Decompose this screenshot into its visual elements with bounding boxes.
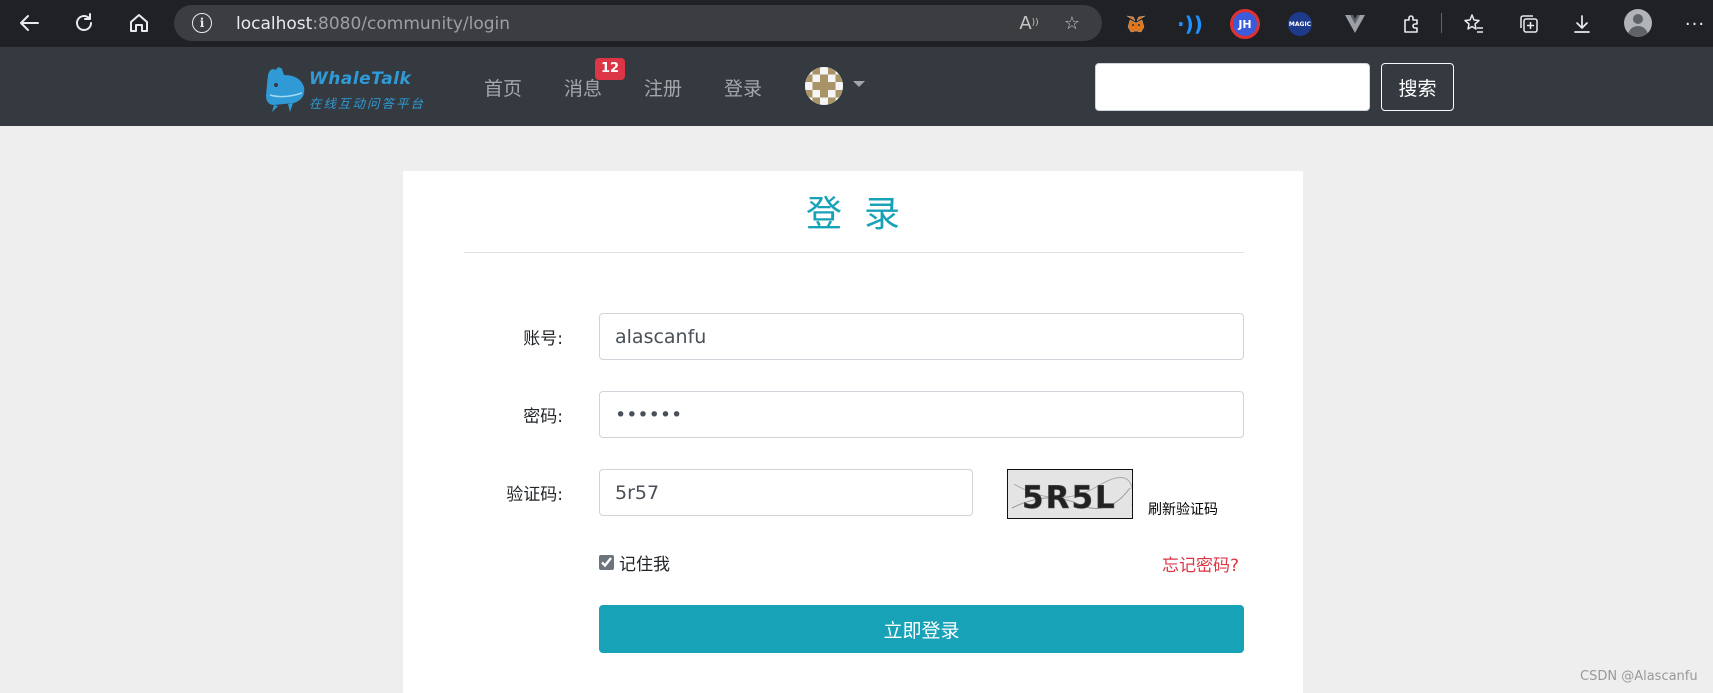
- user-menu-caret-icon[interactable]: [853, 81, 865, 87]
- download-icon[interactable]: [1567, 9, 1597, 39]
- watermark: CSDN @Alascanfu: [1580, 669, 1698, 684]
- search-input[interactable]: [1095, 63, 1370, 111]
- password-input[interactable]: [599, 391, 1244, 438]
- metamask-extension-icon[interactable]: [1121, 9, 1151, 39]
- nav-login[interactable]: 登录: [724, 74, 762, 101]
- search-button[interactable]: 搜索: [1381, 63, 1454, 111]
- captcha-text: 5R5L: [1022, 480, 1117, 516]
- profile-avatar-icon[interactable]: [1624, 9, 1652, 37]
- logo-name: WhaleTalk: [309, 69, 412, 89]
- password-label: 密码:: [523, 407, 563, 427]
- refresh-captcha-link[interactable]: 刷新验证码: [1148, 499, 1218, 519]
- remember-me-label: 记住我: [619, 555, 670, 575]
- title-divider: [464, 252, 1244, 253]
- read-aloud-icon[interactable]: A)): [1016, 11, 1042, 35]
- jh-extension-icon[interactable]: JH: [1230, 9, 1260, 39]
- vue-devtools-icon[interactable]: [1340, 9, 1370, 39]
- collections-icon[interactable]: [1514, 9, 1544, 39]
- username-input[interactable]: [599, 313, 1244, 360]
- favorite-add-icon[interactable]: ☆: [1059, 11, 1085, 35]
- wave-extension-icon[interactable]: ·)): [1175, 9, 1205, 39]
- nav-register[interactable]: 注册: [644, 74, 682, 101]
- username-label: 账号:: [523, 329, 563, 349]
- address-url[interactable]: localhost:8080/community/login: [236, 14, 510, 34]
- address-bar[interactable]: i localhost:8080/community/login A)) ☆: [174, 5, 1102, 41]
- remember-me-checkbox[interactable]: [599, 555, 614, 570]
- more-menu-icon[interactable]: ···: [1680, 9, 1710, 39]
- whale-logo-icon: [266, 67, 305, 112]
- login-card: 登录 账号: 密码: 验证码: 5R5L 刷新验证码 记住我 忘记密码? 立即登…: [403, 171, 1303, 693]
- site-navbar: WhaleTalk 在线互动问答平台 首页 消息 12 注册 登录 搜索: [0, 47, 1713, 126]
- login-title: 登录: [805, 194, 922, 235]
- toolbar-divider: [1441, 13, 1442, 33]
- home-icon[interactable]: [124, 8, 154, 38]
- site-info-icon[interactable]: i: [192, 13, 212, 33]
- login-submit-button[interactable]: 立即登录: [599, 605, 1244, 653]
- favorites-icon[interactable]: [1459, 9, 1489, 39]
- captcha-input[interactable]: [599, 469, 973, 516]
- remember-me[interactable]: 记住我: [599, 550, 670, 575]
- logo-slogan: 在线互动问答平台: [309, 96, 426, 111]
- back-arrow-icon[interactable]: [14, 8, 44, 38]
- browser-toolbar: i localhost:8080/community/login A)) ☆ ·…: [0, 0, 1713, 47]
- captcha-label: 验证码:: [506, 485, 563, 505]
- refresh-icon[interactable]: [69, 8, 99, 38]
- nav-home[interactable]: 首页: [484, 74, 522, 101]
- user-avatar[interactable]: [805, 67, 843, 105]
- extensions-puzzle-icon[interactable]: [1396, 9, 1426, 39]
- magic-extension-icon[interactable]: MAGIC: [1288, 12, 1312, 36]
- messages-count-badge: 12: [595, 58, 626, 80]
- captcha-image[interactable]: 5R5L: [1007, 469, 1133, 519]
- forgot-password-link[interactable]: 忘记密码?: [1162, 551, 1239, 576]
- site-logo[interactable]: WhaleTalk 在线互动问答平台: [264, 61, 434, 113]
